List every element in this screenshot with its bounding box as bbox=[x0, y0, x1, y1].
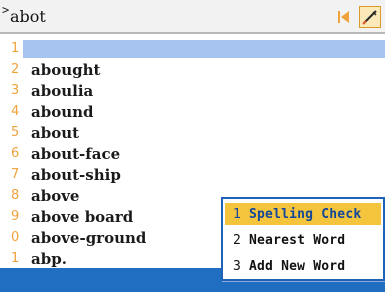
list-item-number: 4 bbox=[11, 104, 20, 119]
list-item[interactable]: 7 about-ship bbox=[0, 164, 385, 185]
list-item-word: about-face bbox=[31, 145, 121, 163]
list-item-number: 1 bbox=[11, 251, 20, 266]
list-item-number: 7 bbox=[11, 167, 20, 182]
list-item-number: 5 bbox=[11, 125, 20, 140]
popup-menu: 1 Spelling Check 2 Nearest Word 3 Add Ne… bbox=[221, 197, 385, 281]
menu-item-number: 2 bbox=[233, 232, 241, 248]
list-item-word: abp. bbox=[31, 250, 67, 268]
selection-highlight bbox=[23, 40, 385, 58]
back-arrow-icon[interactable] bbox=[333, 6, 355, 28]
list-item-word: about-ship bbox=[31, 166, 121, 184]
list-item[interactable]: 3 aboulia bbox=[0, 80, 385, 101]
dictionary-screen: > abot 1 2 abought 3 aboulia 4 abound 5 … bbox=[0, 0, 385, 292]
menu-item-number: 3 bbox=[233, 258, 241, 274]
prompt-caret: > bbox=[2, 3, 10, 17]
menu-item-add-new-word[interactable]: 3 Add New Word bbox=[225, 255, 381, 277]
list-item-word: above bbox=[31, 187, 80, 205]
list-item-number: 8 bbox=[11, 188, 20, 203]
list-item-word: aboulia bbox=[31, 82, 94, 100]
list-item-word: above-ground bbox=[31, 229, 147, 247]
menu-item-label: Add New Word bbox=[249, 258, 346, 274]
menu-item-nearest-word[interactable]: 2 Nearest Word bbox=[225, 229, 381, 251]
menu-item-label: Spelling Check bbox=[249, 206, 362, 222]
pencil-icon[interactable] bbox=[359, 6, 381, 28]
search-bar: > abot bbox=[0, 0, 385, 34]
search-input[interactable]: abot bbox=[10, 8, 46, 26]
list-item[interactable]: 5 about bbox=[0, 122, 385, 143]
list-item[interactable]: 2 abought bbox=[0, 59, 385, 80]
list-item-number: 2 bbox=[11, 62, 20, 77]
list-item-word: abought bbox=[31, 61, 101, 79]
menu-item-spelling-check[interactable]: 1 Spelling Check bbox=[225, 203, 381, 225]
list-item[interactable]: 6 about-face bbox=[0, 143, 385, 164]
list-item[interactable]: 1 bbox=[0, 38, 385, 59]
list-item-number: 9 bbox=[11, 209, 20, 224]
list-item[interactable]: 4 abound bbox=[0, 101, 385, 122]
list-item-word: abound bbox=[31, 103, 94, 121]
menu-item-label: Nearest Word bbox=[249, 232, 346, 248]
list-item-number: 1 bbox=[11, 41, 20, 56]
list-item-number: 6 bbox=[11, 146, 20, 161]
list-item-word: about bbox=[31, 124, 80, 142]
list-item-number: 3 bbox=[11, 83, 20, 98]
list-item-number: 0 bbox=[11, 230, 20, 245]
menu-item-number: 1 bbox=[233, 206, 241, 222]
list-item-word: above board bbox=[31, 208, 134, 226]
